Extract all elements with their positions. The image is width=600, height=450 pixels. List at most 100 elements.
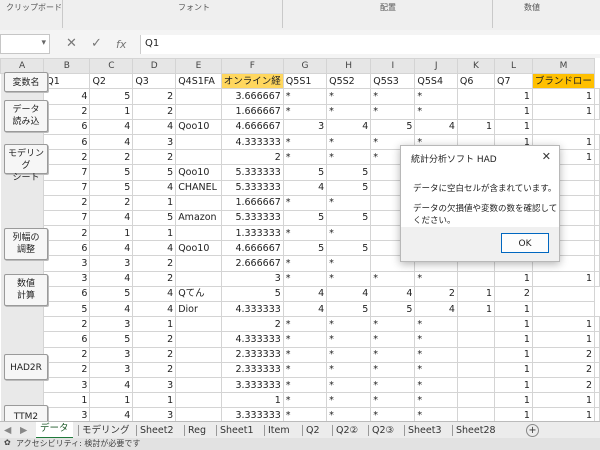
cell[interactable] xyxy=(594,361,600,378)
cell[interactable] xyxy=(594,194,600,211)
cell[interactable]: * xyxy=(282,361,328,378)
cell[interactable]: * xyxy=(282,407,328,421)
cell[interactable]: 4 xyxy=(89,133,134,151)
cell[interactable] xyxy=(175,133,222,151)
cell[interactable]: 1 xyxy=(531,88,596,105)
cell[interactable]: * xyxy=(414,346,458,363)
cell[interactable]: 3 xyxy=(43,255,91,272)
load-data-button[interactable]: データ 読み込 xyxy=(4,100,48,132)
cell[interactable]: 4 xyxy=(89,300,134,318)
cell[interactable]: 5 xyxy=(132,164,177,181)
cell[interactable]: 3.333333 xyxy=(220,407,284,421)
cell[interactable] xyxy=(175,361,222,378)
cell[interactable]: * xyxy=(282,270,328,287)
sheet-tab[interactable]: Sheet3 xyxy=(408,424,442,438)
cell[interactable] xyxy=(531,285,596,303)
cell[interactable] xyxy=(175,376,222,394)
cell[interactable]: 7 xyxy=(43,209,91,227)
cell[interactable]: 2 xyxy=(43,346,91,363)
sheet-tab[interactable]: Reg xyxy=(188,424,206,438)
cell[interactable]: * xyxy=(326,88,372,105)
cell[interactable]: 2 xyxy=(414,285,458,303)
cell[interactable]: 6 xyxy=(43,240,91,257)
cell[interactable]: * xyxy=(414,103,458,120)
cell[interactable]: 5 xyxy=(220,285,284,303)
cell[interactable] xyxy=(594,392,600,409)
cell[interactable]: 4.666667 xyxy=(220,240,284,257)
cell[interactable]: Qてん xyxy=(175,285,222,303)
cell[interactable]: 3 xyxy=(89,361,134,378)
cell[interactable]: * xyxy=(414,316,458,333)
column-header-m[interactable]: M xyxy=(531,58,596,75)
cell[interactable]: 2 xyxy=(132,255,177,272)
cell[interactable]: 6 xyxy=(43,133,91,151)
cell[interactable] xyxy=(456,407,495,421)
cell[interactable]: Qoo10 xyxy=(175,118,222,135)
cell[interactable]: 1.333333 xyxy=(220,225,284,242)
cell[interactable]: 4 xyxy=(89,376,134,394)
cell[interactable]: 6 xyxy=(43,331,91,348)
cell[interactable]: 4 xyxy=(132,240,177,257)
cell[interactable]: 5 xyxy=(326,209,372,227)
sheet-tab[interactable]: Q2② xyxy=(336,424,358,438)
header-cell[interactable]: Q7 xyxy=(493,73,533,90)
modeling-sheet-button[interactable]: モデリング シート xyxy=(4,144,48,183)
cell[interactable]: * xyxy=(414,376,458,394)
cell[interactable]: 1 xyxy=(531,407,596,421)
cell[interactable]: 4 xyxy=(132,285,177,303)
cell[interactable]: * xyxy=(370,270,416,287)
sheet-tab[interactable]: Q2 xyxy=(306,424,320,438)
cell[interactable]: * xyxy=(282,316,328,333)
cell[interactable]: 5 xyxy=(282,240,328,257)
cell[interactable] xyxy=(594,316,600,333)
cell[interactable]: 1 xyxy=(456,285,495,303)
cell[interactable]: 2 xyxy=(531,361,596,378)
cell[interactable]: 1 xyxy=(493,316,533,333)
cell[interactable]: 6 xyxy=(43,285,91,303)
cell[interactable]: 4 xyxy=(132,118,177,135)
cell[interactable]: * xyxy=(414,331,458,348)
cell[interactable]: 1 xyxy=(456,118,495,135)
cell[interactable]: 4 xyxy=(282,179,328,196)
cell[interactable]: 1.666667 xyxy=(220,194,284,211)
cell[interactable]: 1 xyxy=(493,392,533,409)
cell[interactable]: 4 xyxy=(89,407,134,421)
cell[interactable]: * xyxy=(282,346,328,363)
cell[interactable] xyxy=(594,225,600,242)
cell[interactable]: 1 xyxy=(493,346,533,363)
cell[interactable] xyxy=(531,300,596,318)
cell[interactable]: 7 xyxy=(43,164,91,181)
column-header-l[interactable]: L xyxy=(493,58,533,75)
add-sheet-icon[interactable]: + xyxy=(526,424,539,437)
cell[interactable]: 2 xyxy=(493,285,533,303)
cell[interactable] xyxy=(175,103,222,120)
cell[interactable]: 4.333333 xyxy=(220,133,284,151)
cell[interactable]: 3.333333 xyxy=(220,376,284,394)
cell[interactable]: 3 xyxy=(89,316,134,333)
cell[interactable]: * xyxy=(326,331,372,348)
cell[interactable] xyxy=(594,164,600,181)
cell[interactable]: 5 xyxy=(370,118,416,135)
cell[interactable]: 5.333333 xyxy=(220,164,284,181)
cell[interactable] xyxy=(175,392,222,409)
cell[interactable]: 3 xyxy=(43,270,91,287)
cell[interactable]: 5 xyxy=(89,179,134,196)
header-cell[interactable]: Q5S3 xyxy=(370,73,416,90)
cell[interactable]: 5 xyxy=(89,331,134,348)
cell[interactable]: 1 xyxy=(89,392,134,409)
cell[interactable]: 1 xyxy=(89,103,134,120)
cell[interactable]: * xyxy=(414,361,458,378)
cell[interactable] xyxy=(594,407,600,421)
cell[interactable] xyxy=(594,133,600,151)
ribbon-group-number[interactable]: 数値 xyxy=(524,2,540,13)
cell[interactable]: 1 xyxy=(531,392,596,409)
cell[interactable]: * xyxy=(282,149,328,166)
cell[interactable]: * xyxy=(326,376,372,394)
numeric-calc-button[interactable]: 数値 計算 xyxy=(4,274,48,306)
cell[interactable]: 4.666667 xyxy=(220,118,284,135)
cell[interactable]: 2 xyxy=(43,149,91,166)
cell[interactable]: 2.333333 xyxy=(220,346,284,363)
cell[interactable]: 1 xyxy=(531,331,596,348)
cell[interactable]: 4.333333 xyxy=(220,331,284,348)
had2r-button[interactable]: HAD2R xyxy=(4,354,48,380)
